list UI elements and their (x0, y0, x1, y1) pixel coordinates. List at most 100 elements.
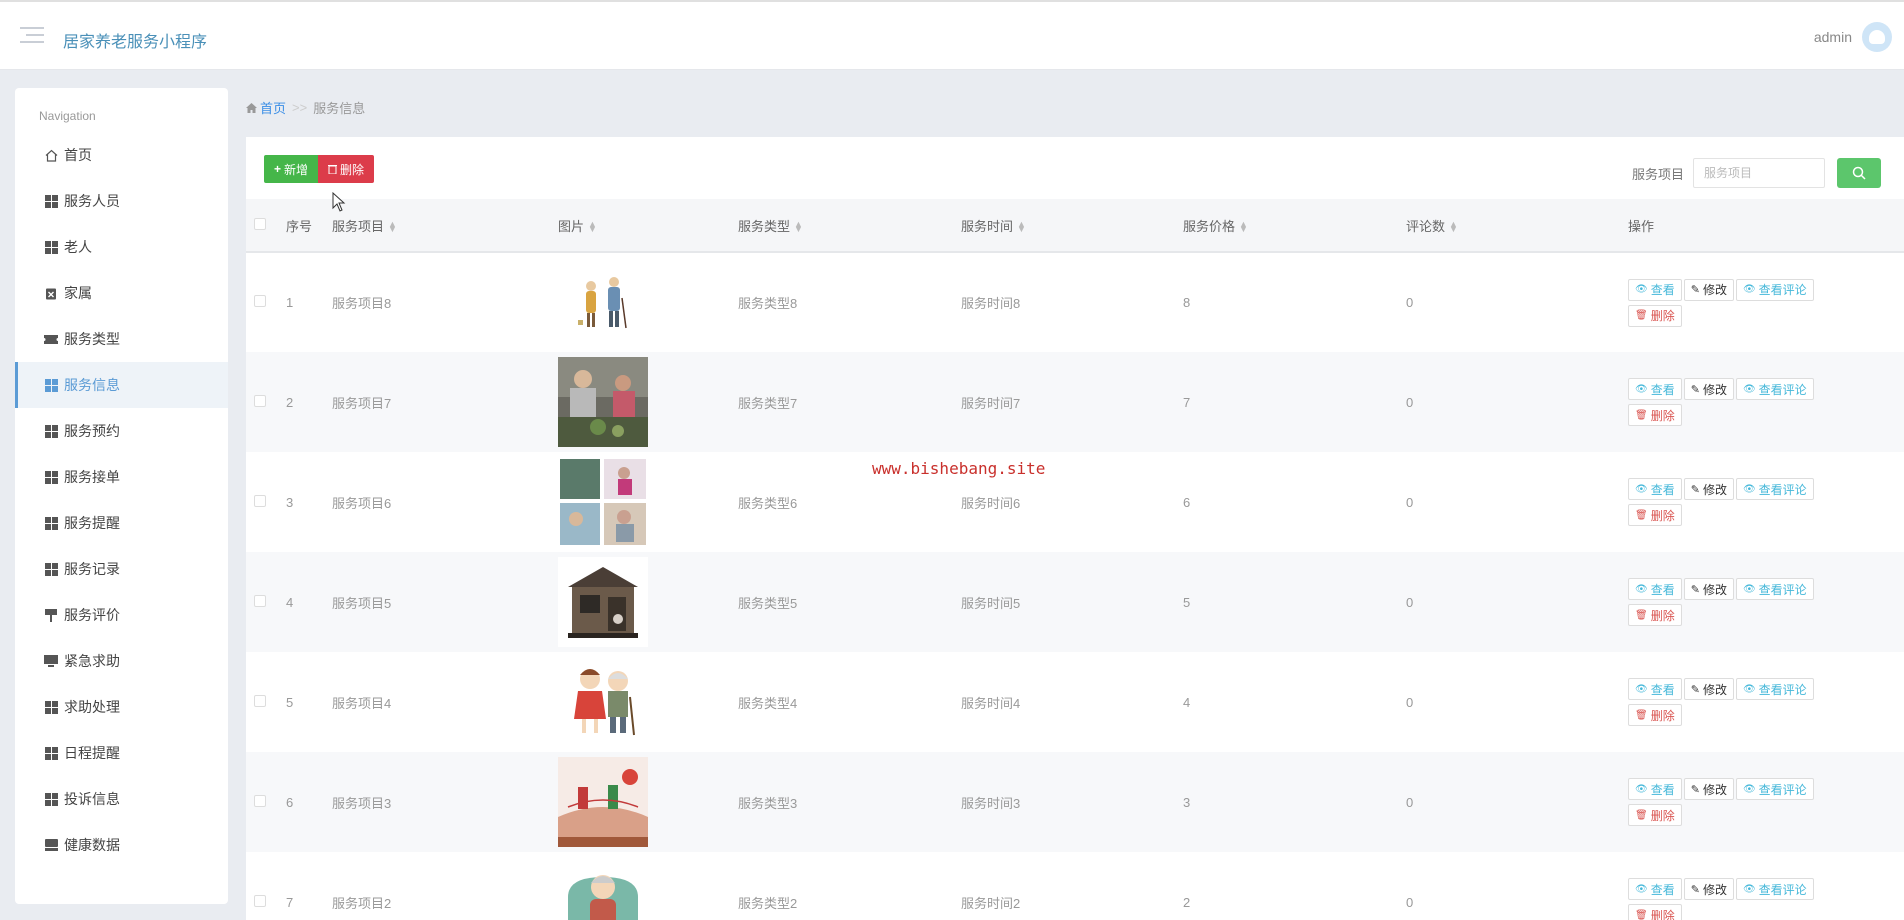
select-all-checkbox[interactable] (254, 217, 266, 230)
view-button[interactable]: 👁 查看 (1628, 478, 1682, 500)
sidebar-item-family[interactable]: 家属 (15, 270, 228, 316)
sidebar-item-home[interactable]: 首页 (15, 132, 228, 178)
view-comments-button[interactable]: 👁 查看评论 (1735, 278, 1814, 301)
view-button[interactable]: 👁 查看 (1628, 278, 1682, 301)
cooking-photo-image[interactable] (558, 357, 648, 447)
delete-button[interactable]: 删除 (318, 155, 375, 183)
view-button[interactable]: 👁 查看 (1628, 678, 1682, 700)
trash-icon: 🗑 (1635, 609, 1648, 621)
sidebar-item-emergency[interactable]: 紧急求助 (15, 638, 228, 684)
grid-icon (44, 562, 58, 576)
row-checkbox[interactable] (254, 694, 266, 707)
sidebar-item-help-handling[interactable]: 求助处理 (15, 684, 228, 730)
edit-icon: ✎ (1690, 783, 1700, 796)
grandma-image[interactable] (558, 857, 648, 920)
view-button[interactable]: 👁 查看 (1628, 578, 1682, 600)
care-collage-image[interactable] (558, 457, 648, 547)
view-button[interactable]: 👁 查看 (1628, 378, 1682, 400)
view-comments-button[interactable]: 👁 查看评论 (1735, 878, 1814, 900)
row-checkbox[interactable] (254, 394, 266, 407)
row-checkbox[interactable] (254, 594, 266, 607)
cell-index: 1 (286, 295, 294, 310)
sidebar-item-label: 服务记录 (64, 561, 120, 577)
view-comments-button[interactable]: 👁 查看评论 (1735, 478, 1814, 500)
sidebar-item-records[interactable]: 服务记录 (15, 546, 228, 592)
view-comments-button[interactable]: 👁 查看评论 (1735, 778, 1814, 800)
cartoon-couple-image[interactable] (558, 657, 648, 747)
search-input[interactable] (1693, 158, 1825, 188)
edit-icon: ✎ (1690, 284, 1700, 296)
edit-button[interactable]: ✎ 修改 (1683, 778, 1734, 800)
cell-index: 5 (286, 694, 294, 710)
cell-item: 服务项目5 (332, 595, 392, 611)
add-button[interactable]: + 新增 (264, 155, 319, 183)
sidebar-item-service-info[interactable]: 服务信息 (15, 362, 228, 408)
col-actions: 操作 (1628, 218, 1655, 234)
row-actions: 👁 查看 ✎ 修改 👁 查看评论 🗑 删除 (1628, 878, 1838, 920)
view-button[interactable]: 👁 查看 (1628, 878, 1682, 900)
sidebar-item-elderly[interactable]: 老人 (15, 224, 228, 270)
user-name[interactable]: admin (1814, 29, 1852, 45)
eye-icon: 👁 (1635, 383, 1648, 395)
cell-index: 2 (286, 394, 294, 410)
sort-icon: ▲ ▼ (794, 219, 803, 235)
row-delete-button[interactable]: 🗑 删除 (1628, 404, 1682, 426)
col-type[interactable]: 服务类型 ▲ ▼ (738, 199, 961, 252)
view-comments-label: 查看评论 (1758, 283, 1807, 297)
row-checkbox[interactable] (254, 295, 266, 307)
row-checkbox[interactable] (254, 794, 266, 807)
row-actions: 👁 查看 ✎ 修改 👁 查看评论 🗑 删除 (1628, 778, 1838, 826)
row-delete-button[interactable]: 🗑 删除 (1628, 704, 1682, 726)
festival-card-image[interactable] (558, 757, 648, 847)
edit-button[interactable]: ✎ 修改 (1683, 278, 1734, 301)
menu-toggle-icon[interactable] (20, 27, 44, 47)
sidebar-item-service-type[interactable]: 服务类型 (15, 316, 228, 362)
row-delete-button[interactable]: 🗑 删除 (1628, 904, 1682, 920)
col-image[interactable]: 图片 ▲ ▼ (558, 199, 738, 252)
monitor-icon (44, 654, 58, 668)
sidebar-item-label: 紧急求助 (64, 653, 120, 669)
row-checkbox[interactable] (254, 494, 266, 507)
edit-button-label: 修改 (1702, 382, 1727, 397)
breadcrumb-home[interactable]: 首页 (246, 98, 286, 117)
row-delete-button[interactable]: 🗑 删除 (1628, 804, 1682, 826)
col-price[interactable]: 服务价格 ▲ ▼ (1183, 199, 1406, 252)
row-delete-button[interactable]: 🗑 删除 (1628, 304, 1682, 327)
row-delete-label: 删除 (1650, 908, 1675, 920)
cell-item: 服务项目4 (332, 695, 392, 711)
edit-button[interactable]: ✎ 修改 (1683, 378, 1734, 400)
col-item[interactable]: 服务项目 ▲ ▼ (332, 199, 558, 252)
sidebar-item-schedule[interactable]: 日程提醒 (15, 730, 228, 776)
edit-button[interactable]: ✎ 修改 (1683, 478, 1734, 500)
edit-button[interactable]: ✎ 修改 (1683, 578, 1734, 600)
col-time[interactable]: 服务时间 ▲ ▼ (961, 199, 1183, 252)
view-button[interactable]: 👁 查看 (1628, 778, 1682, 800)
view-comments-button[interactable]: 👁 查看评论 (1735, 678, 1814, 700)
elderly-couple-image[interactable] (558, 257, 648, 348)
edit-button[interactable]: ✎ 修改 (1683, 878, 1734, 900)
search-button[interactable] (1837, 158, 1881, 188)
sidebar-item-staff[interactable]: 服务人员 (15, 178, 228, 224)
sidebar-item-reminders[interactable]: 服务提醒 (15, 500, 228, 546)
avatar[interactable] (1862, 22, 1892, 52)
view-comments-button[interactable]: 👁 查看评论 (1735, 378, 1814, 400)
sidebar-item-reviews[interactable]: 服务评价 (15, 592, 228, 638)
row-actions: 👁 查看 ✎ 修改 👁 查看评论 🗑 删除 (1628, 578, 1838, 626)
col-comments[interactable]: 评论数 ▲ ▼ (1406, 199, 1628, 252)
row-checkbox[interactable] (254, 894, 266, 907)
edit-button[interactable]: ✎ 修改 (1683, 678, 1734, 700)
sidebar-item-booking[interactable]: 服务预约 (15, 408, 228, 454)
edit-button-label: 修改 (1702, 682, 1727, 697)
view-comments-label: 查看评论 (1758, 382, 1807, 397)
house-model-image[interactable] (558, 557, 648, 647)
row-delete-button[interactable]: 🗑 删除 (1628, 504, 1682, 526)
view-comments-button[interactable]: 👁 查看评论 (1735, 578, 1814, 600)
grid-icon (44, 378, 58, 392)
cell-time: 服务时间8 (961, 296, 1021, 311)
grid-icon (44, 470, 58, 484)
sidebar-item-orders[interactable]: 服务接单 (15, 454, 228, 500)
sidebar-item-complaints[interactable]: 投诉信息 (15, 776, 228, 822)
view-button-label: 查看 (1650, 682, 1675, 697)
sidebar-item-health[interactable]: 健康数据 (15, 822, 228, 868)
row-delete-button[interactable]: 🗑 删除 (1628, 604, 1682, 626)
